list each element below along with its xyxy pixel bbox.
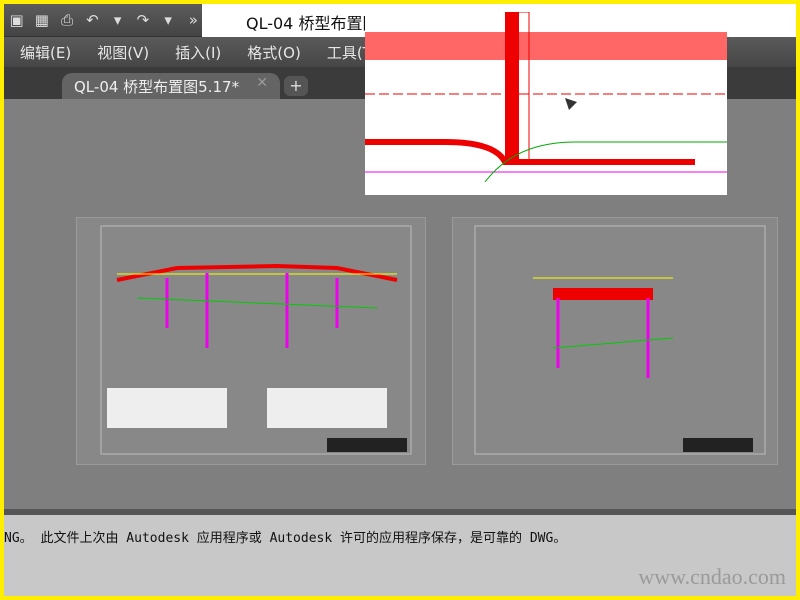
more-icon[interactable]: »	[185, 11, 202, 29]
road-plan-drawing	[365, 12, 727, 183]
menu-insert[interactable]: 插入(I)	[175, 42, 221, 63]
bridge-elevation-drawing	[100, 225, 412, 455]
save-as-icon[interactable]: ▦	[33, 11, 50, 29]
tab-drawing[interactable]: QL-04 桥型布置图5.17* ✕	[62, 73, 280, 99]
redo-dropdown-icon[interactable]: ▾	[160, 11, 177, 29]
tab-label: QL-04 桥型布置图5.17*	[74, 78, 240, 96]
layout-sheet-1[interactable]	[76, 217, 426, 465]
menu-format[interactable]: 格式(O)	[247, 42, 301, 63]
bridge-section-drawing	[474, 225, 766, 455]
layout-sheet-2[interactable]	[452, 217, 778, 465]
menu-edit[interactable]: 编辑(E)	[20, 42, 71, 63]
new-tab-button[interactable]: +	[284, 76, 308, 96]
menu-view[interactable]: 视图(V)	[97, 42, 149, 63]
zoomed-plan-view	[365, 12, 727, 195]
close-icon[interactable]: ✕	[256, 75, 268, 91]
command-message-area: NG。 此文件上次由 Autodesk 应用程序或 Autodesk 许可的应用…	[4, 515, 796, 596]
watermark: www.cndao.com	[638, 564, 786, 589]
redo-icon[interactable]: ↷	[134, 11, 151, 29]
undo-icon[interactable]: ↶	[84, 11, 101, 29]
undo-dropdown-icon[interactable]: ▾	[109, 11, 126, 29]
window-title: QL-04 桥型布置图	[246, 14, 379, 33]
quick-access-toolbar: ▣ ▦ ⎙ ↶ ▾ ↷ ▾ »	[4, 4, 202, 37]
save-icon[interactable]: ▣	[8, 11, 25, 29]
print-icon[interactable]: ⎙	[59, 11, 76, 29]
dwg-trust-message: NG。 此文件上次由 Autodesk 应用程序或 Autodesk 许可的应用…	[4, 531, 567, 546]
autocad-window: ▣ ▦ ⎙ ↶ ▾ ↷ ▾ » QL-04 桥型布置图 编辑(E) 视图(V) 插入(I) 格…	[4, 4, 796, 596]
